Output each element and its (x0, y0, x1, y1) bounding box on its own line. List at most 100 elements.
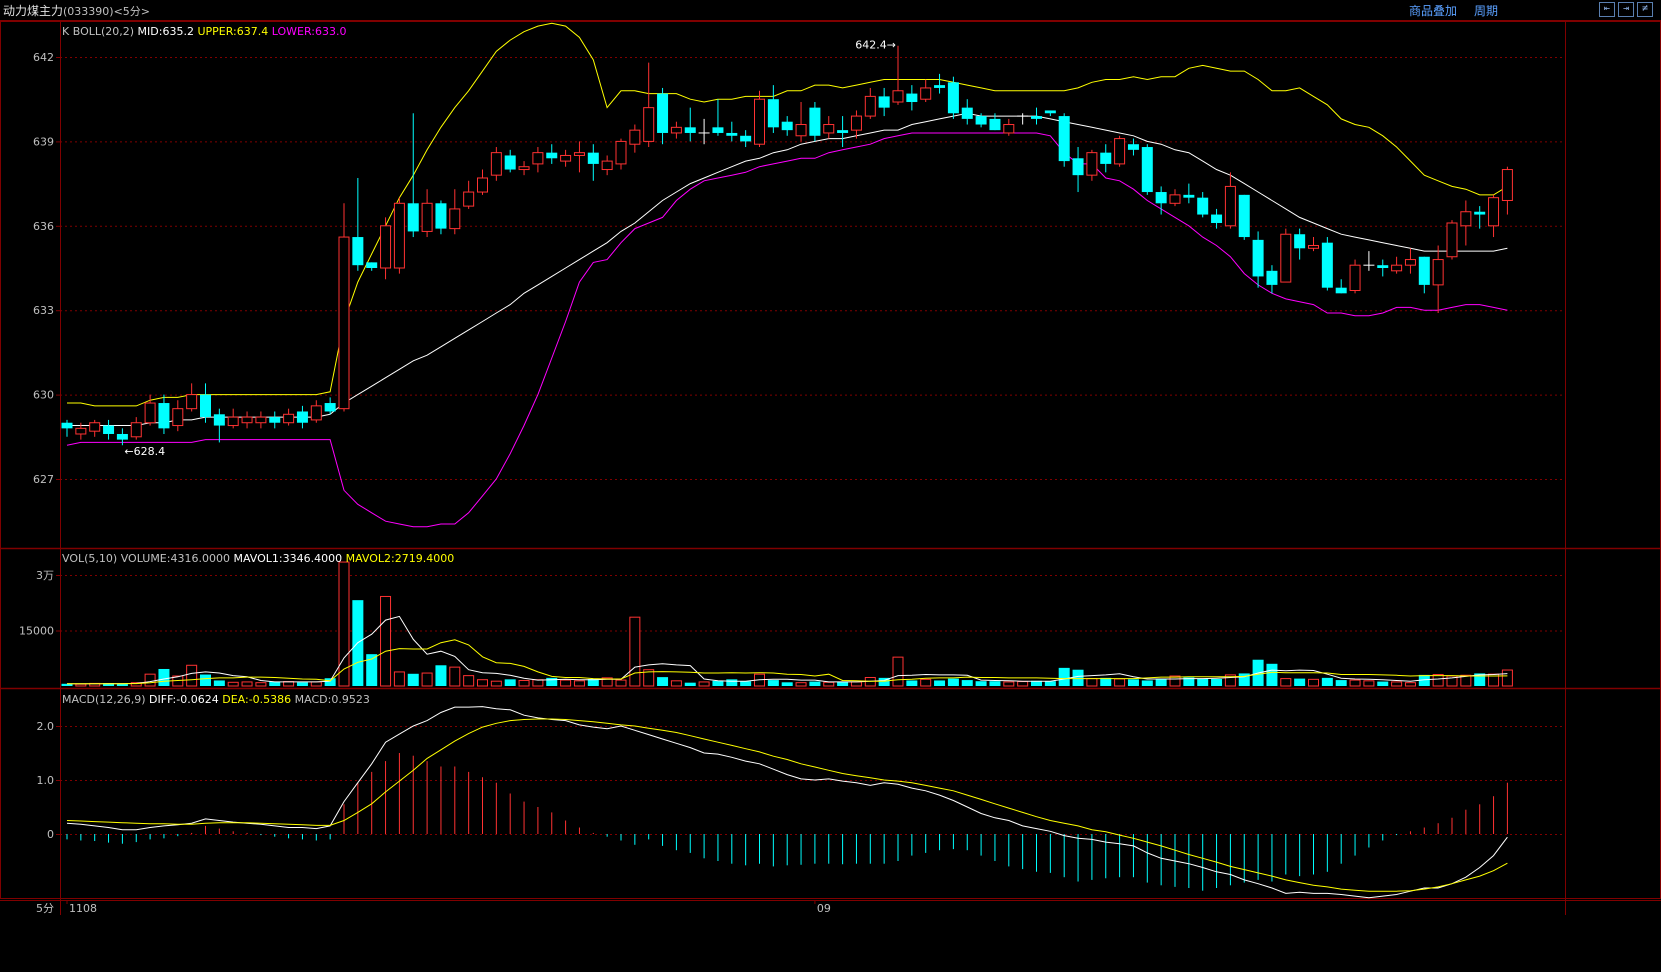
volume-bar (989, 681, 1001, 686)
title-bar: 动力煤主力(033390)<5分> 商品叠加 周期 ⇤ ⇥ ≠ (0, 0, 1661, 21)
volume-bar (1363, 680, 1375, 687)
cycle-button[interactable]: 周期 (1474, 2, 1498, 19)
candle-body (920, 87, 932, 100)
volume-bar (477, 679, 488, 687)
candle-body (629, 129, 641, 145)
kline-chart[interactable]: 627 630 633 636 639 642 15000 3万 0 1.0 2.0 642.4→ ←… (0, 21, 1661, 972)
volume-bar (1321, 677, 1333, 686)
candle-body (754, 98, 765, 145)
candle-body (892, 90, 904, 103)
candle-body (186, 394, 198, 410)
candle-body (601, 160, 613, 171)
volume-bar (684, 682, 696, 686)
volume-legend: VOL(5,10) VOLUME:4316.0000 MAVOL1:3346.4… (62, 552, 454, 565)
dea-line (66, 718, 1508, 892)
volume-bar (698, 681, 710, 687)
y-tick-label: 636 (33, 220, 54, 233)
volume-bar (1044, 681, 1056, 686)
candle-body (463, 191, 475, 207)
legend-item: MACD(12,26,9) (62, 693, 146, 706)
candle-body (546, 152, 558, 159)
candle-body (1100, 152, 1112, 164)
candle-body (1294, 234, 1306, 249)
y-tick-label: 642 (33, 51, 54, 64)
volume-bar (1308, 678, 1319, 687)
legend-item: UPPER:637.4 (194, 25, 268, 38)
candle-body (1488, 197, 1500, 227)
volume-bar (518, 679, 530, 687)
candle-body (504, 155, 516, 170)
volume-bar (892, 656, 904, 687)
volume-bar (1266, 663, 1278, 686)
candle-body (393, 202, 405, 269)
macd-panel (66, 706, 1508, 899)
volume-bar (213, 680, 225, 686)
candle-body (324, 403, 336, 412)
candle-body (283, 413, 295, 424)
candle-body (1086, 152, 1098, 176)
legend-item: DEA:-0.5386 (219, 693, 291, 706)
candle-body (740, 135, 752, 142)
y-axis-labels: 627 630 633 636 639 642 15000 3万 0 1.0 2.0 (19, 51, 54, 841)
volume-bar (1155, 679, 1167, 686)
candle-body (130, 422, 142, 438)
window-title: 动力煤主力(033390)<5分> (3, 2, 150, 19)
candle-body (1044, 110, 1056, 114)
candle-body (1169, 194, 1181, 204)
candle-body (1391, 264, 1403, 272)
volume-bar (1058, 667, 1070, 686)
vol-tick-label: 3万 (36, 569, 54, 582)
volume-bar (144, 673, 156, 687)
candle-body (837, 130, 849, 133)
x-tick-label: 1108 (69, 902, 97, 915)
candle-body (518, 166, 530, 171)
candle-body (1432, 259, 1444, 286)
candle-body (850, 115, 862, 131)
candle-body (380, 225, 392, 269)
candle-body (560, 154, 572, 162)
candle-body (1141, 147, 1153, 193)
y-tick-label: 639 (33, 135, 54, 148)
candle-body (1266, 270, 1278, 285)
candle-body (200, 394, 211, 418)
candle-body (310, 405, 322, 421)
instrument-name: 动力煤主力 (3, 4, 64, 18)
macd-tick-label: 2.0 (37, 720, 55, 733)
volume-bar (255, 682, 267, 687)
y-tick-label: 633 (33, 304, 54, 317)
candle-body (532, 152, 544, 165)
right-arrow-icon[interactable]: ⇥ (1618, 2, 1634, 17)
candle-body (712, 127, 724, 133)
instrument-code: (033390) (63, 5, 114, 18)
legend-item: MAVOL1:3346.4000 (230, 552, 342, 565)
candle-body (338, 236, 350, 410)
volume-bar (435, 665, 447, 686)
volume-bar (823, 681, 835, 687)
volume-bar (1017, 681, 1029, 687)
close-icon[interactable]: ≠ (1637, 2, 1653, 17)
legend-item: BOLL(20,2) (69, 25, 134, 38)
candle-body (657, 93, 669, 133)
legend-item: VOL(5,10) (62, 552, 117, 565)
y-tick-label: 627 (33, 473, 54, 486)
volume-bar (1501, 669, 1513, 687)
volume-bar (934, 680, 946, 686)
volume-bar (407, 673, 419, 686)
candle-body (975, 116, 987, 125)
diff-line (66, 706, 1508, 899)
candle-body (449, 208, 461, 230)
candle-body (1501, 169, 1513, 201)
legend-item: DIFF:-0.0624 (146, 693, 219, 706)
left-arrow-icon[interactable]: ⇤ (1599, 2, 1615, 17)
candle-body (1280, 233, 1292, 283)
volume-bar (1086, 678, 1098, 687)
candle-body (587, 152, 599, 164)
candle-body (1224, 185, 1236, 227)
volume-bar (200, 674, 211, 686)
volume-bar (1377, 681, 1389, 686)
volume-bar (1072, 669, 1084, 686)
overlay-button[interactable]: 商品叠加 (1409, 2, 1457, 19)
legend-item: MID:635.2 (134, 25, 194, 38)
volume-bar (726, 679, 738, 686)
candle-body (643, 107, 655, 142)
